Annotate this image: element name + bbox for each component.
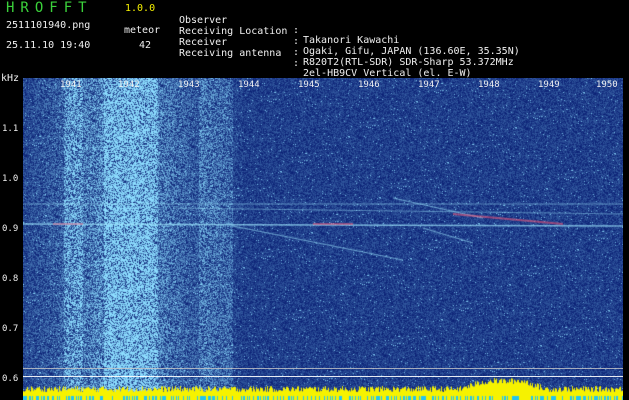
file-name: 2511101940.png — [6, 20, 91, 31]
x-tick-label: 1944 — [238, 80, 260, 90]
x-tick-label: 1943 — [178, 80, 200, 90]
spectrogram-plot — [23, 78, 623, 400]
reference-line — [23, 376, 623, 377]
info-value: Ogaki, Gifu, JAPAN (136.60E, 35.35N) — [303, 46, 520, 57]
info-row-antenna: Receiving antenna : 2el-HB9CV Vertical (… — [179, 39, 472, 79]
info-sep: : — [293, 58, 300, 69]
x-tick-label: 1941 — [60, 80, 82, 90]
app-title: HROFFT — [6, 0, 93, 16]
y-tick-label: 1.0 — [2, 174, 19, 184]
x-tick-label: 1945 — [298, 80, 320, 90]
x-tick-label: 1942 — [118, 80, 140, 90]
info-sep: : — [293, 36, 300, 47]
meteor-count: 42 — [139, 40, 152, 51]
info-row-observer: Observer : Takanori Kawachi — [179, 6, 399, 46]
y-tick-label: 0.6 — [2, 374, 19, 384]
y-tick-label: 0.9 — [2, 224, 19, 234]
y-tick-label: 1.1 — [2, 124, 19, 134]
x-tick-label: 1946 — [358, 80, 380, 90]
info-value: Takanori Kawachi — [303, 35, 400, 46]
y-tick-label: 0.7 — [2, 324, 19, 334]
x-tick-label: 1949 — [538, 80, 560, 90]
x-tick-label: 1950 — [596, 80, 618, 90]
hrofft-window: HROFFT 1.0.0 2511101940.png 25.11.10 19:… — [0, 0, 629, 400]
y-tick-label: 0.8 — [2, 274, 19, 284]
reference-line — [23, 368, 623, 369]
info-key: Receiving antenna — [179, 48, 282, 59]
spectrogram-canvas — [23, 78, 623, 400]
x-tick-label: 1947 — [418, 80, 440, 90]
info-sep: : — [293, 25, 300, 36]
info-row-location: Receiving Location : Ogaki, Gifu, JAPAN … — [179, 17, 520, 57]
info-value: R820T2(RTL-SDR) SDR-Sharp 53.372MHz — [303, 57, 514, 68]
app-version: 1.0.0 — [125, 3, 156, 14]
info-sep: : — [293, 47, 300, 58]
info-row-receiver: Receiver : R820T2(RTL-SDR) SDR-Sharp 53.… — [179, 28, 514, 68]
y-axis-unit: kHz — [1, 73, 20, 84]
x-tick-label: 1948 — [478, 80, 500, 90]
meteor-label: meteor — [124, 25, 161, 36]
date-time: 25.11.10 19:40 — [6, 40, 91, 51]
